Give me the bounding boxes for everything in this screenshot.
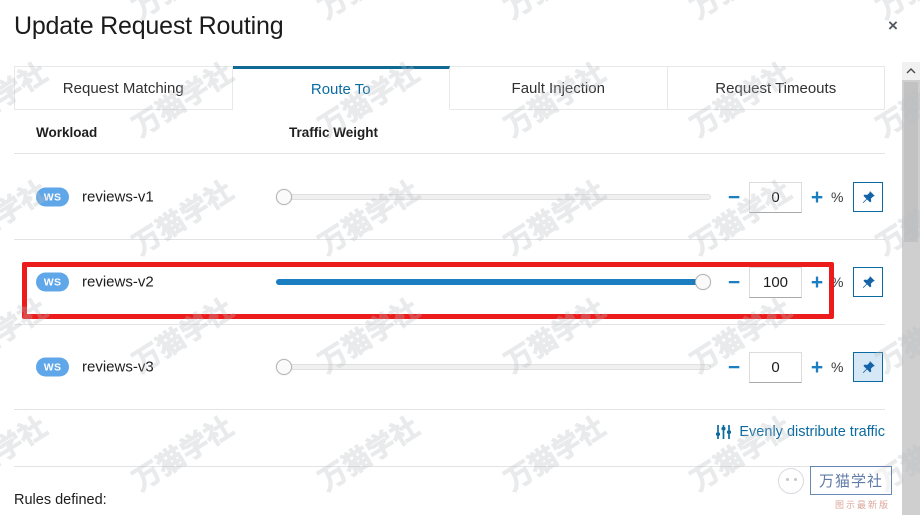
rules-defined-label: Rules defined: <box>14 492 107 508</box>
slider-track <box>276 194 711 200</box>
workload-type-badge: WS <box>36 357 69 377</box>
watermark-text: 万猫学社 <box>0 411 53 497</box>
tab-request-timeouts[interactable]: Request Timeouts <box>667 66 885 110</box>
increment-weight-button[interactable]: + <box>807 272 827 293</box>
traffic-weight-slider[interactable] <box>276 357 711 377</box>
watermark-text: 万猫学社 <box>310 0 426 26</box>
wechat-overlay-badge: 万猫学社 <box>777 466 892 495</box>
chevron-up-icon[interactable] <box>902 62 920 80</box>
weight-value-input[interactable]: 100 <box>749 266 802 298</box>
workload-rows: WS reviews-v1−0 +% WS reviews-v2−100 +% WS revi… <box>14 155 885 410</box>
pin-icon[interactable] <box>853 267 884 297</box>
decrement-weight-button[interactable]: − <box>724 357 744 378</box>
wechat-overlay-subtext: 图示最新版 <box>834 501 890 511</box>
column-header-workload: Workload <box>36 125 98 140</box>
vertical-scrollbar[interactable] <box>902 62 920 515</box>
increment-weight-button[interactable]: + <box>807 187 827 208</box>
traffic-weight-slider[interactable] <box>276 272 711 292</box>
page-title: Update Request Routing <box>14 12 284 40</box>
evenly-distribute-label: Evenly distribute traffic <box>739 424 885 440</box>
column-header-traffic-weight: Traffic Weight <box>289 125 379 140</box>
pin-icon[interactable] <box>853 182 884 212</box>
table-row: WS reviews-v1 −0 +% <box>14 155 885 240</box>
weight-stepper: −0 +% <box>724 180 884 214</box>
tab-label: Fault Injection <box>511 79 605 97</box>
slider-thumb[interactable] <box>276 359 292 375</box>
update-request-routing-modal: 万猫学社 万猫学社 万猫学社 万猫学社 万猫学社 万猫学社 万猫学社 万猫学社 万猫学社 万猫学社… <box>0 0 920 515</box>
footer-divider <box>14 466 885 467</box>
tab-bar: Request Matching Route To Fault Injection R… <box>14 66 885 110</box>
workload-type-badge: WS <box>36 272 69 292</box>
tab-label: Request Matching <box>62 79 184 97</box>
pin-icon[interactable] <box>853 352 884 382</box>
watermark-text: 万猫学社 <box>682 0 798 26</box>
avatar <box>777 467 804 494</box>
decrement-weight-button[interactable]: − <box>724 272 744 293</box>
tab-label: Request Timeouts <box>715 79 837 97</box>
slider-thumb[interactable] <box>276 189 292 205</box>
workload-type-badge: WS <box>36 187 69 207</box>
weight-value-input[interactable]: 0 <box>749 181 802 213</box>
decrement-weight-button[interactable]: − <box>724 187 744 208</box>
tab-label: Route To <box>310 80 371 98</box>
traffic-weight-slider[interactable] <box>276 187 711 207</box>
workload-name: reviews-v1 <box>82 188 154 206</box>
tab-request-matching[interactable]: Request Matching <box>14 66 233 110</box>
watermark-text: 万猫学社 <box>496 0 612 26</box>
slider-track <box>276 364 711 370</box>
slider-fill <box>276 279 703 285</box>
close-icon[interactable]: × <box>880 13 906 39</box>
slider-thumb[interactable] <box>695 274 711 290</box>
tab-route-to[interactable]: Route To <box>232 66 450 110</box>
scrollbar-thumb[interactable] <box>904 82 918 242</box>
increment-weight-button[interactable]: + <box>807 357 827 378</box>
table-column-headers: Workload Traffic Weight <box>14 122 885 154</box>
percent-label: % <box>831 274 844 290</box>
watermark-text: 万猫学社 <box>313 411 425 497</box>
weight-value-input[interactable]: 0 <box>749 351 802 383</box>
workload-name: reviews-v3 <box>82 358 154 376</box>
tab-fault-injection[interactable]: Fault Injection <box>450 66 668 110</box>
evenly-distribute-traffic-button[interactable]: Evenly distribute traffic <box>715 424 885 440</box>
sliders-icon <box>715 424 732 440</box>
weight-stepper: −100 +% <box>724 265 884 299</box>
wechat-account-name: 万猫学社 <box>809 466 892 495</box>
table-row: WS reviews-v2 −100 +% <box>14 240 885 325</box>
table-row: WS reviews-v3 −0 +% <box>14 325 885 410</box>
workload-name: reviews-v2 <box>82 273 154 291</box>
percent-label: % <box>831 359 844 375</box>
watermark-text: 万猫学社 <box>127 411 239 497</box>
weight-stepper: −0 +% <box>724 350 884 384</box>
header-divider <box>14 153 885 154</box>
watermark-text: 万猫学社 <box>499 411 611 497</box>
percent-label: % <box>831 189 844 205</box>
